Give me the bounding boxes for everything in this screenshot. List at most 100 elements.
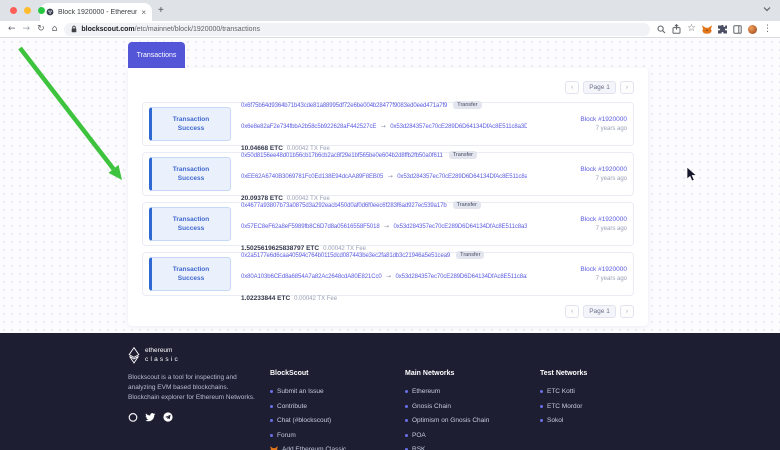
status-badge: Transaction Success — [149, 157, 231, 191]
new-tab-button[interactable]: + — [158, 6, 164, 16]
prev-page-button[interactable]: ‹ — [565, 305, 579, 318]
footer-link[interactable]: Contribute — [277, 403, 307, 410]
tab-transactions[interactable]: Transactions — [128, 42, 185, 68]
block-link[interactable]: Block #1920000 — [537, 116, 627, 123]
arrow-right-icon: → — [384, 223, 389, 230]
to-address-link[interactable]: 0x53d284357ec70cE289D6D64134DfAc8E511c8a… — [390, 124, 527, 130]
github-icon[interactable] — [128, 412, 138, 422]
to-address-link[interactable]: 0x53d284357ec70cE289D6D64134DfAc8E511c8a… — [396, 274, 527, 280]
block-link[interactable]: Block #1920000 — [537, 166, 627, 173]
footer-link[interactable]: RSK — [412, 446, 425, 450]
bookmark-star-icon[interactable]: ☆ — [687, 24, 696, 34]
transaction-row: Transaction Success 0x6f75b64d9364b71b43… — [142, 102, 634, 146]
profile-avatar[interactable] — [748, 25, 757, 34]
page-indicator: Page 1 — [583, 81, 616, 94]
status-badge: Transaction Success — [149, 207, 231, 241]
transaction-row: Transaction Success 0x2a5177e6d6caa40594… — [142, 252, 634, 296]
tx-hash-link[interactable]: 0x4677a93807b73a0875d3a292eacb450d0af0d6… — [241, 203, 447, 209]
twitter-icon[interactable] — [145, 413, 156, 422]
tab-search-chevron-icon[interactable] — [763, 6, 771, 12]
back-icon[interactable]: ← — [8, 25, 16, 34]
tab-title: Block 1920000 - Ethereum Cla — [58, 9, 137, 16]
arrow-right-icon: → — [381, 123, 386, 130]
tx-type-badge: Transfer — [453, 201, 481, 209]
tx-hash-link[interactable]: 0x50d8156ee48d01b56cb17b6cb2ac8f29e1bf56… — [241, 153, 443, 159]
footer-link[interactable]: Chat (#blockscout) — [277, 417, 331, 424]
from-address-link[interactable]: 0x6e8e82aF2e734fbbA2b58c5b922628aF442527… — [241, 124, 376, 130]
tx-type-badge: Transfer — [449, 151, 477, 159]
metamask-icon[interactable] — [702, 25, 712, 34]
close-window-button[interactable] — [10, 7, 17, 14]
menu-kebab-icon[interactable]: ⋮ — [763, 25, 772, 34]
close-tab-icon[interactable]: × — [141, 8, 146, 17]
bullet-dot-icon — [270, 419, 273, 422]
footer-link[interactable]: Sokol — [547, 417, 563, 424]
footer-link[interactable]: Forum — [277, 432, 296, 439]
to-address-link[interactable]: 0x53d284357ec70cE289D6D64134DfAc8E511c8a… — [397, 174, 527, 180]
ethereum-classic-logo-icon — [128, 347, 140, 364]
from-address-link[interactable]: 0x80A103b6CEd8a6854A7a82Ac2648cdA80E821C… — [241, 274, 382, 280]
footer-link[interactable]: ETC Kotti — [547, 388, 575, 395]
bullet-dot-icon — [270, 405, 273, 408]
footer-column-title: Main Networks — [405, 370, 540, 377]
bullet-dot-icon — [405, 434, 408, 437]
maximize-window-button[interactable] — [38, 7, 45, 14]
share-icon[interactable] — [672, 24, 681, 34]
forward-icon[interactable]: → — [23, 25, 31, 34]
home-icon[interactable]: ⌂ — [52, 25, 58, 34]
footer-link[interactable]: Optimism on Gnosis Chain — [412, 417, 489, 424]
footer-brand: ethereum classic Blockscout is a tool fo… — [128, 347, 270, 450]
block-link[interactable]: Block #1920000 — [537, 266, 627, 273]
browser-tab[interactable]: Block 1920000 - Ethereum Cla × — [40, 3, 152, 21]
block-link[interactable]: Block #1920000 — [537, 216, 627, 223]
transaction-row: Transaction Success 0x50d8156ee48d01b56c… — [142, 152, 634, 196]
mouse-cursor — [686, 166, 698, 183]
tx-age: 7 years ago — [537, 126, 627, 132]
next-page-button[interactable]: › — [620, 81, 634, 94]
bullet-dot-icon — [405, 405, 408, 408]
footer: ethereum classic Blockscout is a tool fo… — [0, 333, 780, 450]
address-bar[interactable]: blockscout.com/etc/mainnet/block/1920000… — [64, 23, 650, 36]
from-address-link[interactable]: 0xEE62A6740B3069781Fc0Ed138E94dcAA89F8EB… — [241, 174, 383, 180]
telegram-icon[interactable] — [163, 412, 173, 422]
tx-type-badge: Transfer — [453, 101, 481, 109]
extensions-puzzle-icon[interactable] — [718, 25, 727, 34]
url-path: /etc/mainnet/block/1920000/transactions — [135, 26, 260, 33]
footer-link[interactable]: Submit an Issue — [277, 388, 324, 395]
tx-value: 1.02233844 ETC — [241, 295, 290, 302]
footer-column-title: BlockScout — [270, 370, 405, 377]
footer-column-main-networks: Main Networks Ethereum Gnosis Chain Opti… — [405, 347, 540, 450]
url-toolbar: ← → ↻ ⌂ blockscout.com/etc/mainnet/block… — [0, 21, 780, 38]
search-icon[interactable] — [657, 25, 666, 34]
footer-link[interactable]: Ethereum — [412, 388, 440, 395]
tx-hash-link[interactable]: 0x6f75b64d9364b71b43cde81a88995df72e6be0… — [241, 103, 447, 109]
tab-strip: Block 1920000 - Ethereum Cla × + — [0, 0, 780, 21]
site-favicon-icon — [46, 8, 54, 16]
tx-age: 7 years ago — [537, 226, 627, 232]
bullet-dot-icon — [270, 390, 273, 393]
next-page-button[interactable]: › — [620, 305, 634, 318]
brand-line-1: ethereum — [145, 347, 180, 355]
bullet-dot-icon — [270, 434, 273, 437]
bullet-dot-icon — [540, 405, 543, 408]
bullet-dot-icon — [405, 390, 408, 393]
side-panel-icon[interactable] — [733, 25, 742, 34]
window-controls — [10, 7, 45, 14]
bullet-dot-icon — [405, 419, 408, 422]
footer-link[interactable]: Gnosis Chain — [412, 403, 451, 410]
tx-hash-link[interactable]: 0x2a5177e6d6caa40594c764b0115dcd087443be… — [241, 253, 450, 259]
transaction-row: Transaction Success 0x4677a93807b73a0875… — [142, 202, 634, 246]
footer-link[interactable]: Add Ethereum Classic — [282, 446, 346, 450]
footer-link[interactable]: POA — [412, 432, 426, 439]
page-body: Transactions ‹ Page 1 › Transaction Succ… — [0, 38, 780, 333]
reload-icon[interactable]: ↻ — [37, 25, 45, 34]
tx-type-badge: Transfer — [456, 251, 484, 259]
transactions-card: ‹ Page 1 › Transaction Success 0x6f75b64… — [128, 68, 648, 326]
from-address-link[interactable]: 0x57EC8eF62a8eF5989fb8C6D7d8a05616558F50… — [241, 224, 380, 230]
to-address-link[interactable]: 0x53d284357ec70cE289D6D64134DfAc8E511c8a… — [394, 224, 527, 230]
minimize-window-button[interactable] — [24, 7, 31, 14]
footer-description: Blockscout is a tool for inspecting and … — [128, 373, 260, 403]
page-indicator: Page 1 — [583, 305, 616, 318]
prev-page-button[interactable]: ‹ — [565, 81, 579, 94]
footer-link[interactable]: ETC Mordor — [547, 403, 582, 410]
